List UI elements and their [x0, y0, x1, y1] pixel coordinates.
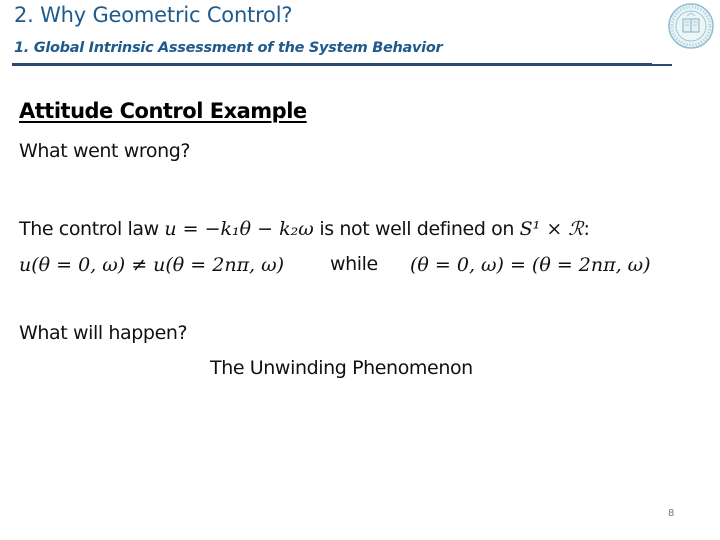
control-law-suffix: : [583, 218, 590, 240]
slide-subtitle: 1. Global Intrinsic Assessment of the Sy… [14, 40, 443, 56]
control-law-equation: u = −k₁θ − k₂ω [164, 218, 314, 240]
section-heading: Attitude Control Example [19, 99, 307, 123]
control-law-middle: is not well defined on [313, 218, 520, 240]
question-what-will-happen: What will happen? [19, 322, 188, 344]
header-rule-tail [652, 64, 672, 66]
control-law-prefix: The control law [19, 218, 165, 240]
equality-equation: (θ = 0, ω) = (θ = 2nπ, ω) [410, 254, 651, 276]
university-seal-icon [668, 3, 714, 49]
question-what-went-wrong: What went wrong? [19, 140, 191, 162]
inequality-equation: u(θ = 0, ω) ≠ u(θ = 2nπ, ω) [19, 254, 285, 276]
slide: 2. Why Geometric Control? 1. Global Intr… [0, 0, 720, 540]
control-law-statement: The control law u = −k₁θ − k₂ω is not we… [19, 218, 590, 240]
page-number: 8 [668, 508, 675, 519]
state-space: S¹ × ℛ [519, 218, 584, 240]
connector-while: while [330, 253, 378, 275]
unwinding-phenomenon: The Unwinding Phenomenon [210, 357, 473, 379]
slide-title: 2. Why Geometric Control? [14, 3, 293, 27]
header-rule [12, 63, 652, 66]
